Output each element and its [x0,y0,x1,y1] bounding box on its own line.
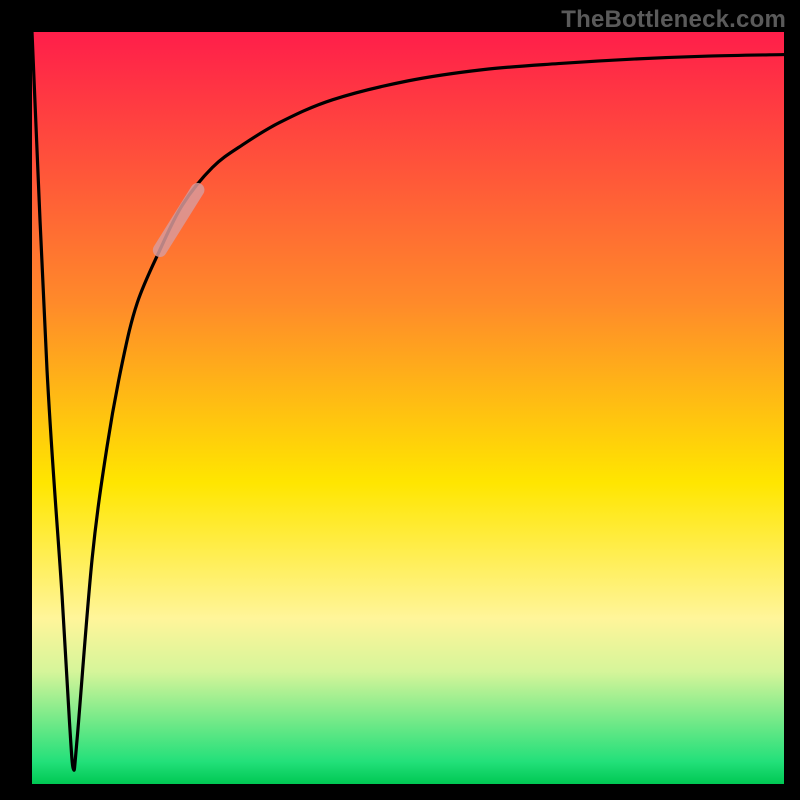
chart-svg [32,32,784,784]
plot-area [32,32,784,784]
gradient-background [32,32,784,784]
chart-frame: TheBottleneck.com [0,0,800,800]
watermark-text: TheBottleneck.com [561,6,786,34]
